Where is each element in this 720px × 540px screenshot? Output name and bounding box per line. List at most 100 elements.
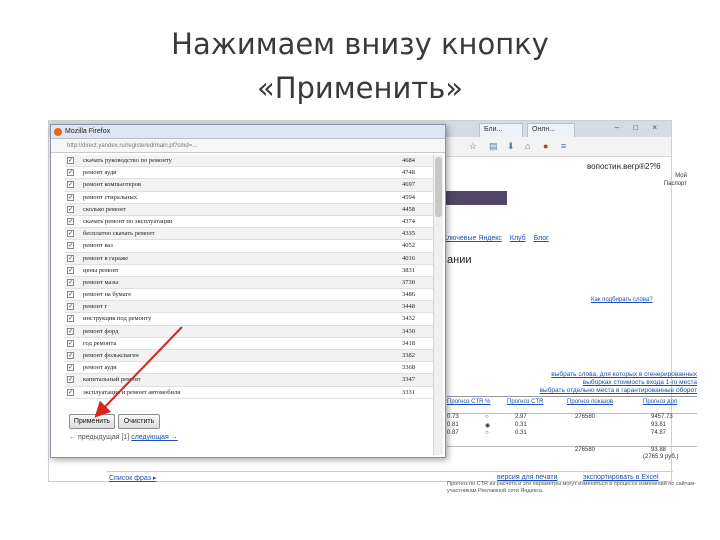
header-shows[interactable]: Прогноз показов <box>567 399 613 406</box>
bookmarks-icon[interactable]: ▤ <box>489 141 498 152</box>
user-link-passport[interactable]: Паспорт <box>647 180 687 188</box>
keyword-checkbox[interactable]: ✓ <box>67 254 74 262</box>
tab-1[interactable]: Бли... <box>479 123 523 137</box>
keyword-phrase: ремонт ауди <box>83 169 117 177</box>
keyword-phrase: ремонт мазы <box>83 278 119 286</box>
keyword-list: ✓ скачать руководство по ремонту 4684 ✓ ремо… <box>65 155 433 399</box>
pager-next[interactable]: следующая → <box>131 434 178 441</box>
keyword-checkbox[interactable]: ✓ <box>67 291 74 299</box>
addon-icon[interactable]: ● <box>543 141 548 151</box>
keyword-count: 4748 <box>402 169 415 177</box>
table-header: Прогноз CTR % Прогноз CTR Прогноз показо… <box>447 396 697 414</box>
download-icon[interactable]: ⬇ <box>507 141 515 152</box>
radio-button-selected[interactable]: ◉ <box>485 422 490 429</box>
keyword-row: ✓ бесплатно скачать ремонт 4335 <box>65 228 433 241</box>
keyword-checkbox[interactable]: ✓ <box>67 193 74 201</box>
user-links: Мой Паспорт <box>647 172 687 188</box>
keyword-checkbox[interactable]: ✓ <box>67 352 74 359</box>
radio-button[interactable]: ○ <box>485 414 489 420</box>
link-blog[interactable]: Блог <box>534 235 549 242</box>
link-print-version[interactable]: версия для печати <box>497 474 557 481</box>
keyword-count: 4374 <box>402 217 415 225</box>
user-link-my[interactable]: Мой <box>647 172 687 180</box>
keyword-checkbox[interactable]: ✓ <box>67 266 74 274</box>
footer-bar: Список фраз ▸ версия для печати экспорти… <box>107 471 673 483</box>
table-row: 0.81 ◉ 0.31 93.81 <box>447 422 667 429</box>
page-heading-fragment: ании <box>447 254 472 266</box>
keyword-checkbox[interactable]: ✓ <box>67 242 74 250</box>
select-links: выбрать слова, для которых в сгенерирова… <box>457 371 697 395</box>
keyword-checkbox[interactable]: ✓ <box>67 303 74 311</box>
header-extra[interactable]: Прогноз доп <box>643 399 677 406</box>
keyword-count: 3430 <box>402 327 415 335</box>
keyword-count: 3831 <box>402 266 415 274</box>
keyword-row: ✓ ремонт форд 3430 <box>65 325 433 338</box>
keyword-checkbox[interactable]: ✓ <box>67 339 74 347</box>
keyword-phrase: инструкция под ремонту <box>83 315 152 323</box>
keyword-dialog: Mozilla Firefox http://direct.yandex.ru/… <box>50 124 446 458</box>
keyword-checkbox[interactable]: ✓ <box>67 327 74 335</box>
scrollbar[interactable] <box>433 155 443 455</box>
keyword-row: ✓ ремонт мазы 3730 <box>65 276 433 290</box>
keyword-phrase: капитальный ремонт <box>83 376 141 384</box>
star-icon[interactable]: ☆ <box>469 141 477 152</box>
keyword-phrase: ремонт стиральных <box>83 193 138 201</box>
tab-2[interactable]: Онлн... <box>527 123 575 137</box>
dialog-address-bar[interactable]: http://direct.yandex.ru/registered/main.… <box>51 139 445 153</box>
keyword-checkbox[interactable]: ✓ <box>67 205 74 213</box>
keyword-checkbox[interactable]: ✓ <box>67 364 74 372</box>
help-link[interactable]: Как подбирать слова? <box>591 297 653 303</box>
window-controls[interactable]: – □ × <box>615 123 663 132</box>
keyword-checkbox[interactable]: ✓ <box>67 278 74 286</box>
keyword-checkbox[interactable]: ✓ <box>67 157 74 164</box>
link-club[interactable]: Клуб <box>510 235 526 242</box>
dialog-titlebar: Mozilla Firefox <box>51 125 445 139</box>
header-ctr-pct[interactable]: Прогноз CTR % <box>447 399 491 406</box>
keyword-phrase: год ремонта <box>83 339 117 347</box>
menu-icon[interactable]: ≡ <box>561 141 566 151</box>
keyword-checkbox[interactable]: ✓ <box>67 181 74 189</box>
user-login[interactable]: вопостин.вегр®2?!6 <box>587 162 661 171</box>
keyword-count: 3347 <box>402 376 415 384</box>
pager-prev[interactable]: ← предыдущая <box>69 434 120 441</box>
link-export-excel[interactable]: экспортировать в Excel <box>583 474 659 481</box>
slide-title-line-1: Нажимаем внизу кнопку <box>171 27 549 61</box>
reset-button[interactable]: Очистить <box>118 414 160 429</box>
scrollbar-thumb[interactable] <box>435 157 442 217</box>
link-keywords[interactable]: Ключевые Яндекс <box>443 235 502 242</box>
keyword-checkbox[interactable]: ✓ <box>67 388 74 396</box>
table-total-row: 276580 93.88 <box>447 446 697 454</box>
keyword-phrase: цены ремонт <box>83 266 119 274</box>
keyword-row: ✓ инструкция под ремонту 3432 <box>65 313 433 326</box>
keyword-row: ✓ год ремонта 3418 <box>65 338 433 350</box>
keyword-phrase: сколько ремонт <box>83 205 126 213</box>
keyword-checkbox[interactable]: ✓ <box>67 315 74 323</box>
keyword-phrase: скачать ремонт по эксплуатации <box>83 217 173 225</box>
keyword-row: ✓ ремонт компьютеров 4697 <box>65 179 433 192</box>
keyword-checkbox[interactable]: ✓ <box>67 376 74 384</box>
link-phrase-list[interactable]: Список фраз ▸ <box>109 474 156 482</box>
keyword-checkbox[interactable]: ✓ <box>67 217 74 225</box>
firefox-icon <box>54 128 62 136</box>
keyword-phrase: ремонт на бумаге <box>83 291 132 299</box>
keyword-phrase: ремонт в гараже <box>83 254 129 262</box>
select-link-2[interactable]: выборках стоимость входа 1-го места <box>457 379 697 387</box>
home-icon[interactable]: ⌂ <box>525 141 530 151</box>
header-ctr[interactable]: Прогноз CTR <box>507 399 544 406</box>
service-links: Ключевые Яндекс Клуб Блог <box>443 235 555 242</box>
keyword-checkbox[interactable]: ✓ <box>67 169 74 177</box>
keyword-count: 3730 <box>402 278 415 286</box>
radio-button[interactable]: ○ <box>485 430 489 436</box>
keyword-row: ✓ цены ремонт 3831 <box>65 265 433 277</box>
apply-button[interactable]: Применить <box>69 414 115 429</box>
keyword-phrase: ремонт г <box>83 303 108 311</box>
keyword-count: 4016 <box>402 254 415 262</box>
select-link-1[interactable]: выбрать слова, для которых в сгенерирова… <box>457 371 697 379</box>
pagination: ← предыдущая [1] следующая → <box>69 434 178 441</box>
select-link-3[interactable]: выбрать отдельно места в гарантированные… <box>457 387 697 395</box>
keyword-checkbox[interactable]: ✓ <box>67 230 74 238</box>
forecast-note: Прогноз по CTR из расчета и эти параметр… <box>447 481 696 494</box>
slide-title: Нажимаем внизу кнопку «Применить» <box>0 22 720 110</box>
keyword-phrase: ремонт компьютеров <box>83 181 142 189</box>
keyword-phrase: бесплатно скачать ремонт <box>83 230 155 238</box>
